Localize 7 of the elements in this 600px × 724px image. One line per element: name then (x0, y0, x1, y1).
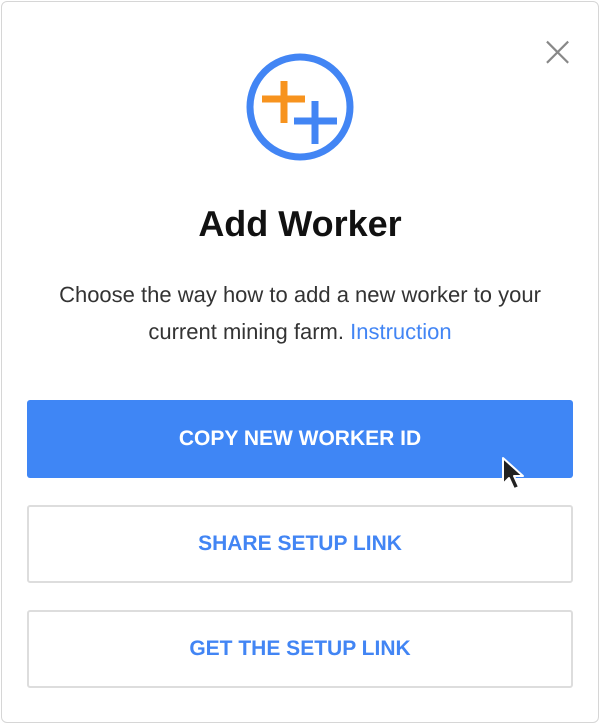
description-text: Choose the way how to add a new worker to your current mining farm. Instruction (58, 281, 542, 346)
instruction-link[interactable]: Instruction (350, 319, 452, 344)
add-icon (245, 52, 355, 162)
dialog-title: Add Worker (198, 202, 402, 246)
link-button[interactable]: GET THE SETUP LINK (27, 610, 573, 688)
link-button[interactable]: SHARE SETUP LINK (27, 505, 573, 583)
close-button[interactable]: × (539, 30, 576, 74)
